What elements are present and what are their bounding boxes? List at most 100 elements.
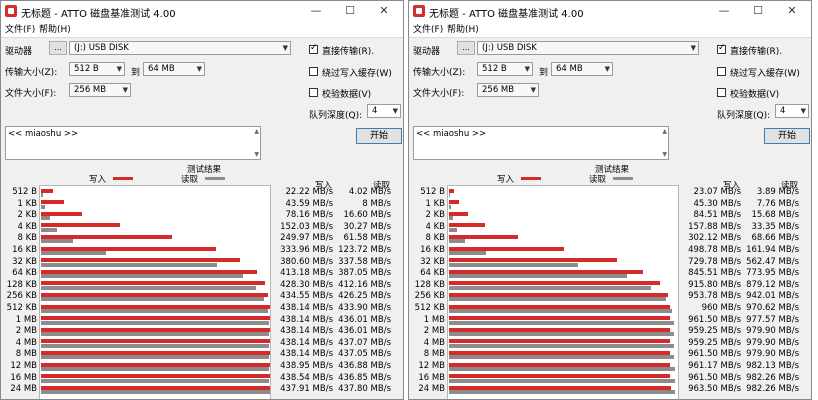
write-value: 434.55 MB/s [280,291,333,302]
read-value: 15.68 MB/s [751,210,800,221]
chevron-down-icon: ▼ [690,44,696,52]
write-value: 438.54 MB/s [280,372,333,383]
chevron-down-icon: ▼ [392,107,398,115]
scroll-up-icon[interactable]: ▲ [662,128,667,135]
bar-read [41,378,270,383]
maximize-button[interactable]: ☐ [333,1,367,21]
maximize-button[interactable]: ☐ [741,1,775,21]
read-value: 8 MB/s [362,198,391,209]
read-value: 337.58 MB/s [338,256,391,267]
menu-help[interactable]: 帮助(H) [447,22,479,35]
drive-value: (J:) USB DISK [482,43,537,53]
read-value: 970.62 MB/s [746,303,799,313]
bar-read [449,274,627,279]
verify-data-checkbox[interactable] [309,88,318,97]
queue-depth-select[interactable]: 4 ▼ [367,104,401,118]
menu-file[interactable]: 文件(F) [413,22,443,35]
menu-bar: 文件(F) 帮助(H) [409,21,811,38]
bar-write [449,374,671,379]
transfer-size-to-select[interactable]: 64 MB ▼ [551,62,613,76]
queue-depth-select[interactable]: 4 ▼ [775,104,809,118]
transfer-size-from-select[interactable]: 512 B ▼ [477,62,533,76]
bar-read [449,309,673,313]
file-size-select[interactable]: 256 MB ▼ [69,83,131,97]
scroll-down-icon[interactable]: ▼ [662,151,667,158]
read-value: 437.80 MB/s [338,384,391,395]
bypass-cache-checkbox[interactable] [717,67,726,76]
direct-io-label: 直接传输(R). [322,47,375,57]
notes-textarea[interactable]: << miaoshu >> ▲ ▼ [5,126,261,160]
read-value: 426.25 MB/s [338,291,391,302]
write-value: 333.96 MB/s [280,245,333,255]
category-label: 1 KB [425,198,445,209]
write-value: 963.50 MB/s [688,384,741,395]
menu-help[interactable]: 帮助(H) [39,22,71,35]
write-value: 380.60 MB/s [280,256,333,267]
queue-depth-label: 队列深度(Q): [309,111,363,121]
bar-write [41,374,271,379]
bypass-cache-label: 绕过写入缓存(W) [730,69,800,79]
title-bar: 无标题 - ATTO 磁盘基准测试 4.00 — ☐ ✕ [1,1,403,21]
category-label: 1 KB [17,198,37,209]
scroll-down-icon[interactable]: ▼ [254,151,259,158]
category-label: 1 MB [15,314,37,325]
read-value: 436.85 MB/s [338,372,391,383]
verify-data-checkbox[interactable] [717,88,726,97]
close-button[interactable]: ✕ [367,1,401,21]
direct-io-checkbox[interactable] [717,43,726,54]
bar-read [449,320,674,325]
drive-browse-button[interactable]: ... [457,41,475,55]
direct-io-checkbox[interactable] [309,43,318,54]
close-button[interactable]: ✕ [775,1,809,21]
bar-read [449,239,465,244]
notes-textarea[interactable]: << miaoshu >> ▲ ▼ [413,126,669,160]
legend-write-swatch [521,177,541,180]
menu-bar: 文件(F) 帮助(H) [1,21,403,38]
write-value: 960 MB/s [701,303,741,313]
bypass-cache-checkbox[interactable] [309,67,318,76]
minimize-button[interactable]: — [299,1,333,21]
bar-write [449,234,519,239]
category-label: 8 MB [423,349,445,360]
drive-select[interactable]: (J:) USB DISK ▼ [69,41,291,55]
write-value: 438.14 MB/s [280,337,333,348]
bar-write [449,200,460,205]
bar-read [41,332,269,337]
transfer-to-label: 到 [131,68,141,78]
chevron-down-icon: ▼ [524,65,530,73]
transfer-size-to-select[interactable]: 64 MB ▼ [143,62,205,76]
write-value: 961.50 MB/s [688,314,741,325]
read-value: 773.95 MB/s [746,268,799,279]
legend-write-swatch [113,177,133,180]
bar-read [41,285,257,290]
menu-file[interactable]: 文件(F) [5,22,35,35]
bar-write [449,362,671,367]
write-value: 959.25 MB/s [688,326,741,337]
scroll-up-icon[interactable]: ▲ [254,128,259,135]
write-value: 845.51 MB/s [688,268,741,279]
bar-read [449,251,487,255]
minimize-button[interactable]: — [707,1,741,21]
write-value: 413.18 MB/s [280,268,333,279]
start-button[interactable]: 开始 [356,128,402,144]
read-value: 123.72 MB/s [338,245,391,255]
transfer-size-from-select[interactable]: 512 B ▼ [69,62,125,76]
file-size-select[interactable]: 256 MB ▼ [477,83,539,97]
bar-read [41,204,46,209]
drive-browse-button[interactable]: ... [49,41,67,55]
category-label: 512 B [12,187,37,197]
category-label: 8 MB [15,349,37,360]
transfer-size-to-value: 64 MB [148,64,175,74]
category-label: 64 KB [420,268,445,279]
write-value: 157.88 MB/s [688,221,741,232]
read-value: 7.76 MB/s [756,198,799,209]
read-value: 161.94 MB/s [746,245,799,255]
read-value: 30.27 MB/s [343,221,392,232]
transfer-to-label: 到 [539,68,549,78]
category-label: 16 MB [10,372,37,383]
drive-select[interactable]: (J:) USB DISK ▼ [477,41,699,55]
category-label: 12 MB [418,361,445,371]
start-button[interactable]: 开始 [764,128,810,144]
bar-read [449,193,450,197]
queue-depth-value: 4 [372,106,378,116]
